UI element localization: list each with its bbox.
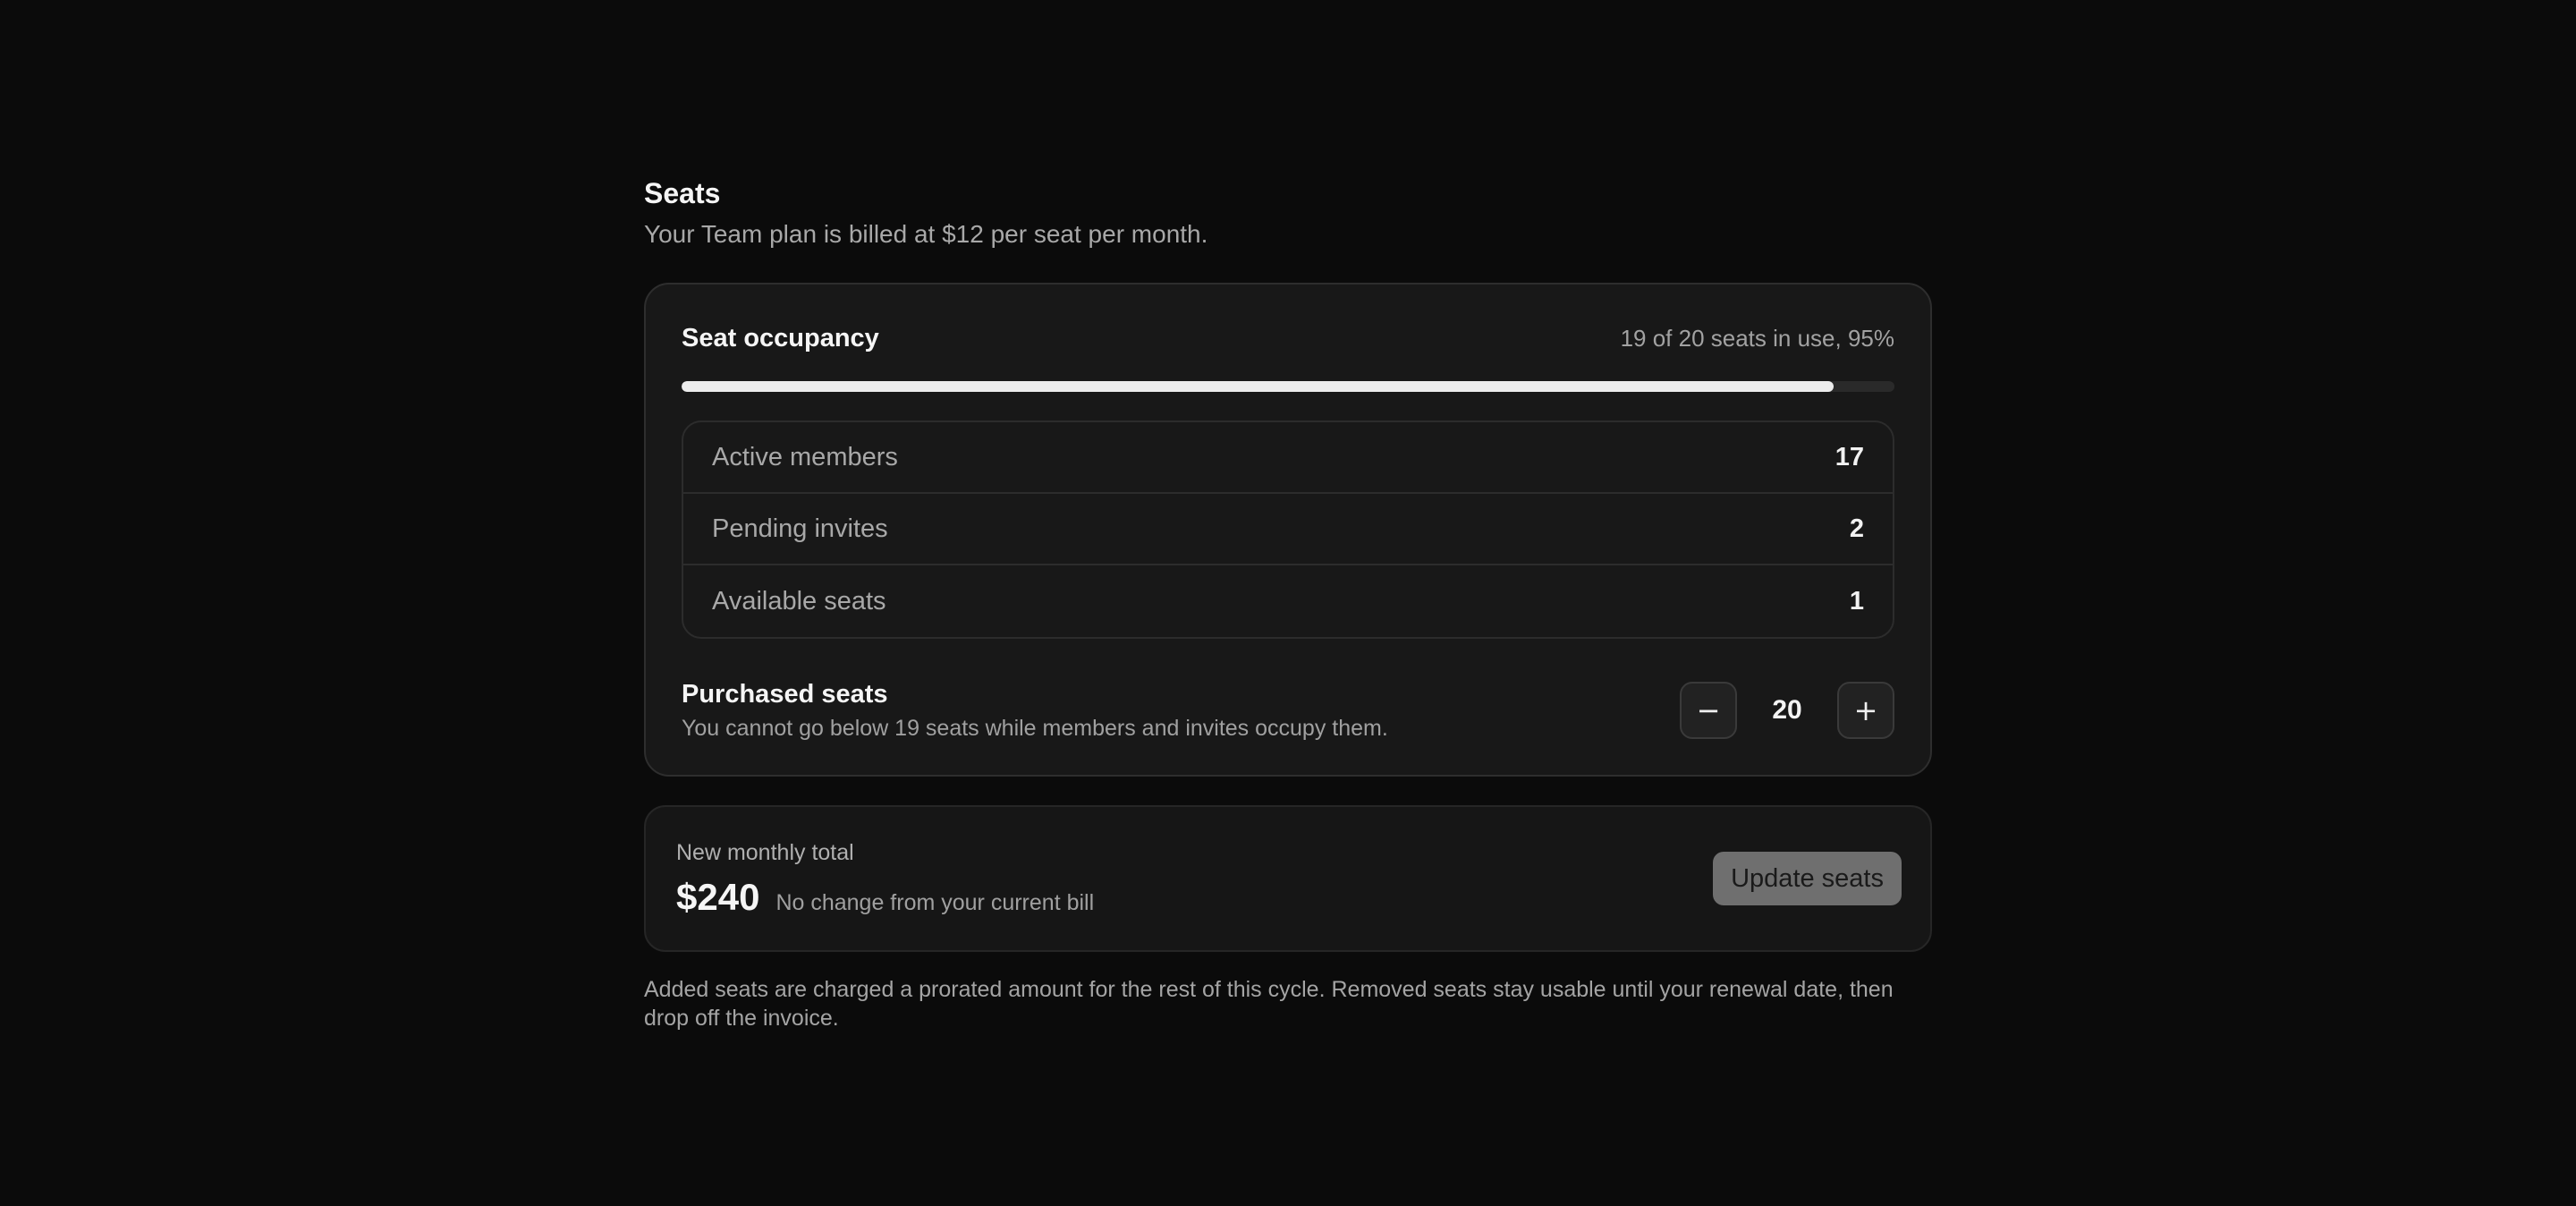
stat-label: Active members xyxy=(712,442,898,471)
occupancy-summary: 19 of 20 seats in use, 95% xyxy=(1620,324,1894,352)
occupancy-progress-fill xyxy=(682,381,1835,392)
stat-label: Available seats xyxy=(712,586,886,616)
stat-row-available-seats: Available seats 1 xyxy=(683,565,1893,637)
update-seats-button[interactable]: Update seats xyxy=(1713,852,1902,905)
stat-value: 1 xyxy=(1849,586,1864,616)
occupancy-title: Seat occupancy xyxy=(682,323,879,352)
monthly-total-line: $240 No change from your current bill xyxy=(676,876,1094,919)
seats-section: Seats Your Team plan is billed at $12 pe… xyxy=(644,175,1932,1032)
stat-value: 2 xyxy=(1849,514,1864,543)
seat-occupancy-card: Seat occupancy 19 of 20 seats in use, 95… xyxy=(644,283,1932,777)
stat-row-active-members: Active members 17 xyxy=(683,422,1893,494)
minus-icon: − xyxy=(1696,693,1721,727)
stat-value: 17 xyxy=(1835,442,1864,471)
purchased-seats-text: Purchased seats You cannot go below 19 s… xyxy=(682,678,1388,743)
purchased-seats-note: You cannot go below 19 seats while membe… xyxy=(682,716,1388,741)
occupancy-progress-bar xyxy=(682,381,1894,392)
plan-billing-description: Your Team plan is billed at $12 per seat… xyxy=(644,220,1208,248)
monthly-total-change: No change from your current bill xyxy=(775,890,1095,915)
stat-label: Pending invites xyxy=(712,514,888,543)
stat-row-pending-invites: Pending invites 2 xyxy=(683,494,1893,565)
occupancy-header: Seat occupancy 19 of 20 seats in use, 95… xyxy=(682,320,1894,356)
decrement-seats-button[interactable]: − xyxy=(1680,682,1737,739)
increment-seats-button[interactable]: + xyxy=(1837,682,1894,739)
purchased-seats-title: Purchased seats xyxy=(682,680,888,709)
page-title: Seats xyxy=(644,177,721,209)
plus-icon: + xyxy=(1853,693,1878,727)
seat-quantity-stepper: − 20 + xyxy=(1680,682,1894,739)
proration-footnote: Added seats are charged a prorated amoun… xyxy=(644,977,1894,1031)
monthly-total-card: New monthly total $240 No change from yo… xyxy=(644,805,1932,952)
seat-quantity-value: 20 xyxy=(1772,695,1802,725)
monthly-total-info: New monthly total $240 No change from yo… xyxy=(676,838,1094,919)
purchased-seats-row: Purchased seats You cannot go below 19 s… xyxy=(682,678,1894,743)
seat-stats-list: Active members 17 Pending invites 2 Avai… xyxy=(682,420,1894,639)
monthly-total-label: New monthly total xyxy=(676,840,854,865)
monthly-total-amount: $240 xyxy=(676,876,760,918)
